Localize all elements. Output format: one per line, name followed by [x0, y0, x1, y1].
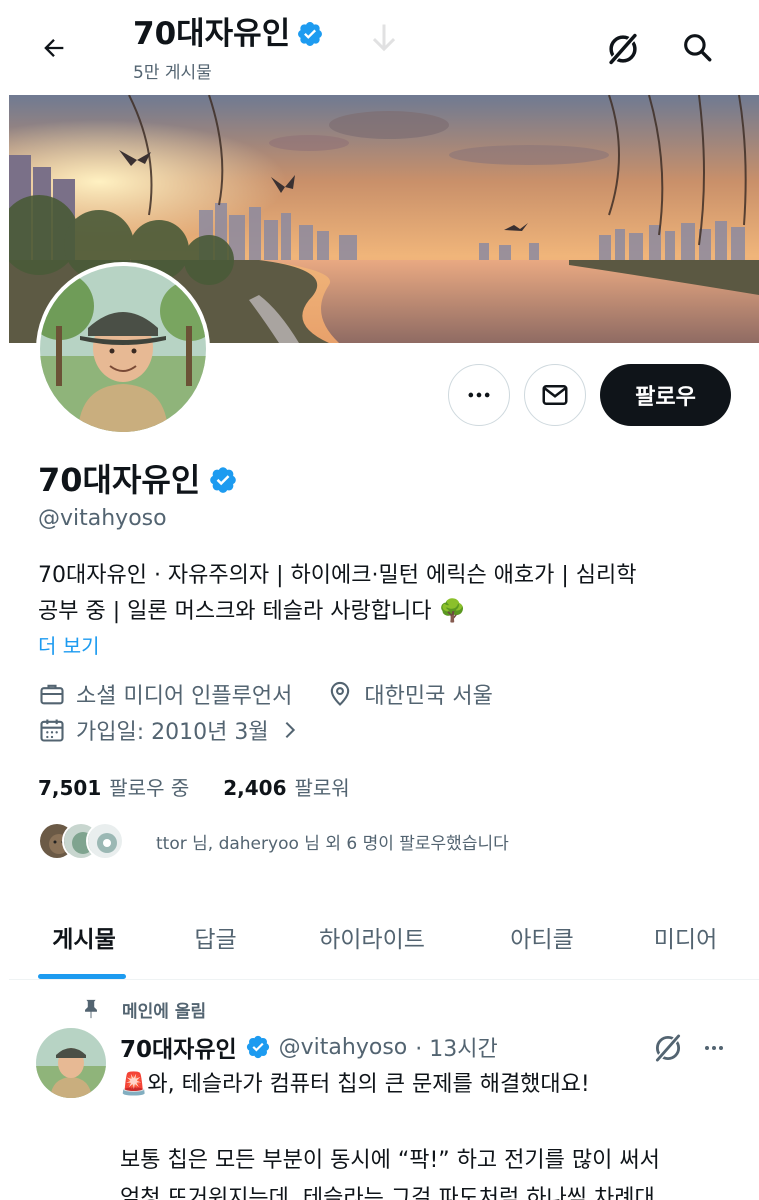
- tab-label: 미디어: [653, 927, 718, 953]
- profile-location: 대한민국 서울: [364, 684, 493, 709]
- followers-count: 2,406: [223, 776, 287, 800]
- following-label: 팔로우 중: [109, 776, 190, 800]
- post-header: 70대자유인 @vitahyoso · 13시간: [120, 1030, 498, 1064]
- following-stat[interactable]: 7,501 팔로우 중: [38, 772, 189, 801]
- tabs-divider: [9, 979, 759, 980]
- verified-badge-icon: [246, 1035, 269, 1059]
- bio-line: 공부 중 | 일론 머스크와 테슬라 사랑합니다 🌳: [38, 599, 466, 624]
- grok-icon: [654, 1033, 682, 1063]
- bio-line: 70대자유인 · 자유주의자 | 하이에크·밀턴 에릭슨 애호가 | 심리학: [38, 563, 637, 588]
- post-time[interactable]: · 13시간: [415, 1031, 497, 1063]
- post-author-handle[interactable]: @vitahyoso: [279, 1035, 408, 1060]
- tab-label: 하이라이트: [319, 927, 425, 953]
- tab-label: 답글: [194, 927, 237, 953]
- follow-stats: 7,501 팔로우 중 2,406 팔로워: [38, 772, 350, 801]
- follow-button[interactable]: 팔로우: [600, 364, 731, 426]
- message-button[interactable]: [524, 364, 586, 426]
- grok-button[interactable]: [604, 30, 642, 72]
- post-author-avatar[interactable]: [36, 1028, 106, 1098]
- post-text-spacer: [120, 1104, 740, 1142]
- top-title: 70대자유인: [133, 14, 324, 54]
- tab-replies[interactable]: 답글: [159, 895, 272, 979]
- followed-by-text: ttor 님, daheryoo 님 외 6 명이 팔로우했습니다: [156, 833, 509, 854]
- down-arrow-icon: [372, 24, 396, 52]
- profile-bio: 70대자유인 · 자유주의자 | 하이에크·밀턴 에릭슨 애호가 | 심리학 공…: [38, 558, 728, 630]
- top-bar: 70대자유인 5만 게시물: [0, 0, 759, 95]
- tab-label: 아티클: [510, 927, 574, 953]
- tab-articles[interactable]: 아티클: [472, 895, 612, 979]
- verified-badge-icon[interactable]: [208, 465, 238, 495]
- followers-label: 팔로워: [294, 776, 350, 800]
- profile-category[interactable]: 소셜 미디어 인플루언서: [76, 678, 292, 710]
- pinned-indicator: 메인에 올림: [80, 996, 206, 1022]
- more-icon: [705, 1046, 723, 1050]
- more-icon: [468, 392, 490, 398]
- top-title-text: 70대자유인: [133, 16, 291, 52]
- location-icon: [331, 681, 350, 706]
- post-text-line: 🚨와, 테슬라가 컴퓨터 칩의 큰 문제를 해결했대요!: [120, 1072, 590, 1097]
- followers-stat[interactable]: 2,406 팔로워: [223, 772, 349, 801]
- search-button[interactable]: [680, 30, 714, 68]
- profile-joined[interactable]: 가입일: 2010년 3월: [38, 714, 301, 746]
- tab-media[interactable]: 미디어: [612, 895, 759, 979]
- more-options-button[interactable]: [448, 364, 510, 426]
- profile-handle: @vitahyoso: [38, 506, 167, 531]
- tab-highlights[interactable]: 하이라이트: [272, 895, 472, 979]
- post-text-line: 보통 칩은 모든 부분이 동시에 “팍!” 하고 전기를 많이 써서: [120, 1148, 660, 1173]
- avatar-image: [40, 266, 206, 432]
- briefcase-icon: [40, 684, 64, 705]
- followed-by[interactable]: ttor 님, daheryoo 님 외 6 명이 팔로우했습니다: [38, 822, 509, 860]
- tab-label: 게시물: [52, 927, 116, 953]
- mail-icon: [542, 385, 568, 405]
- pin-icon: [85, 999, 97, 1019]
- joined-date: 가입일: 2010년 3월: [76, 720, 269, 745]
- profile-avatar[interactable]: [36, 262, 210, 436]
- back-arrow-icon: [44, 39, 64, 57]
- profile-name-text: 70대자유인: [38, 461, 201, 499]
- post-author-name[interactable]: 70대자유인: [120, 1030, 237, 1064]
- calendar-icon: [40, 719, 64, 742]
- chevron-right-icon: [285, 721, 295, 739]
- verified-badge-icon: [298, 22, 323, 46]
- post-count: 5만 게시물: [133, 63, 212, 83]
- post-more-button[interactable]: [700, 1036, 728, 1064]
- follower-avatar: [86, 822, 124, 860]
- post-avatar-image: [36, 1028, 106, 1098]
- profile-meta: 소셜 미디어 인플루언서 대한민국 서울: [38, 678, 493, 710]
- profile-name: 70대자유인: [38, 458, 238, 502]
- tab-posts[interactable]: 게시물: [9, 895, 159, 979]
- pinned-label: 메인에 올림: [122, 1001, 207, 1022]
- post-body[interactable]: 🚨와, 테슬라가 컴퓨터 칩의 큰 문제를 해결했대요! 보통 칩은 모든 부분…: [120, 1066, 740, 1200]
- grok-icon: [607, 32, 639, 66]
- post-grok-button[interactable]: [651, 1031, 685, 1069]
- top-title-block: 70대자유인 5만 게시물: [133, 14, 324, 83]
- profile-tabs: 게시물 답글 하이라이트 아티클 미디어: [9, 895, 759, 979]
- following-count: 7,501: [38, 776, 102, 800]
- show-more-link[interactable]: 더 보기: [38, 630, 100, 659]
- back-button[interactable]: [32, 26, 76, 70]
- search-icon: [684, 34, 712, 62]
- post-text-line: 엄청 뜨거워지는데, 테슬라는 그걸 파도처럼 하나씩 차례대: [120, 1186, 655, 1200]
